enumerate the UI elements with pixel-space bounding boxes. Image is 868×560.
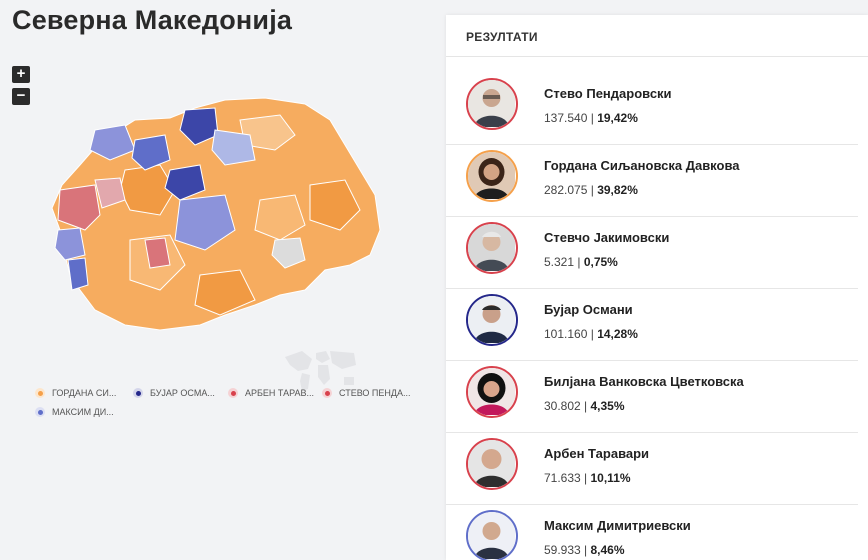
map-region[interactable] — [54, 227, 86, 261]
map-region[interactable] — [144, 237, 171, 269]
legend-dot — [35, 388, 45, 398]
separator: | — [580, 543, 591, 557]
candidate-name: Стевчо Јакимовски — [544, 230, 670, 245]
separator: | — [587, 111, 598, 125]
legend-dot — [133, 388, 143, 398]
map-region[interactable] — [67, 257, 89, 291]
legend-item-pendarovski[interactable]: СТЕВО ПЕНДА... — [322, 388, 410, 398]
candidate-votes: 282.075 | 39,82% — [544, 183, 638, 197]
vote-count: 137.540 — [544, 111, 588, 125]
municipality-map[interactable] — [40, 90, 400, 340]
candidate-votes: 137.540 | 19,42% — [544, 111, 638, 125]
candidate-name: Максим Димитриевски — [544, 518, 691, 533]
vote-count: 71.633 — [544, 471, 581, 485]
legend-label: БУЈАР ОСМА... — [150, 388, 215, 398]
person-avatar-icon — [466, 294, 518, 346]
person-avatar-icon — [466, 366, 518, 418]
candidate-votes: 30.802 | 4,35% — [544, 399, 625, 413]
candidate-row[interactable]: Стево Пендаровски 137.540 | 19,42% — [446, 73, 858, 145]
vote-percent: 8,46% — [590, 543, 625, 557]
vote-count: 30.802 — [544, 399, 581, 413]
candidate-votes: 59.933 | 8,46% — [544, 543, 625, 557]
candidate-name: Билјана Ванковска Цветковска — [544, 374, 744, 389]
legend-label: МАКСИМ ДИ... — [52, 407, 114, 417]
candidate-row[interactable]: Билјана Ванковска Цветковска 30.802 | 4,… — [446, 361, 858, 433]
legend-item-dimitrievski[interactable]: МАКСИМ ДИ... — [35, 407, 114, 417]
candidate-row[interactable]: Гордана Сиљановска Давкова 282.075 | 39,… — [446, 145, 858, 217]
zoom-in-button[interactable]: + — [12, 66, 30, 83]
vote-percent: 39,82% — [597, 183, 638, 197]
person-avatar-icon — [466, 510, 518, 560]
candidate-votes: 101.160 | 14,28% — [544, 327, 638, 341]
legend-item-davkova[interactable]: ГОРДАНА СИ... — [35, 388, 116, 398]
candidate-votes: 5.321 | 0,75% — [544, 255, 618, 269]
separator: | — [574, 255, 584, 269]
vote-count: 101.160 — [544, 327, 588, 341]
vote-percent: 14,28% — [597, 327, 638, 341]
legend-label: СТЕВО ПЕНДА... — [339, 388, 411, 398]
vote-percent: 4,35% — [590, 399, 625, 413]
legend-dot — [322, 388, 332, 398]
person-avatar-icon — [466, 150, 518, 202]
person-avatar-icon — [466, 222, 518, 274]
separator: | — [580, 399, 591, 413]
candidate-row[interactable]: Арбен Таравари 71.633 | 10,11% — [446, 433, 858, 505]
legend-item-taravari[interactable]: АРБЕН ТАРАВ... — [228, 388, 314, 398]
results-heading: РЕЗУЛТАТИ — [446, 15, 868, 57]
candidate-name: Стево Пендаровски — [544, 86, 672, 101]
separator: | — [580, 471, 591, 485]
zoom-out-button[interactable]: − — [12, 88, 30, 105]
candidate-name: Бујар Османи — [544, 302, 633, 317]
separator: | — [587, 327, 598, 341]
candidate-name: Гордана Сиљановска Давкова — [544, 158, 740, 173]
vote-percent: 10,11% — [590, 471, 631, 485]
vote-percent: 0,75% — [583, 255, 618, 269]
vote-count: 282.075 — [544, 183, 588, 197]
vote-count: 5.321 — [544, 255, 575, 269]
legend-item-osmani[interactable]: БУЈАР ОСМА... — [133, 388, 215, 398]
legend-label: АРБЕН ТАРАВ... — [245, 388, 315, 398]
separator: | — [587, 183, 598, 197]
vote-count: 59.933 — [544, 543, 581, 557]
candidate-name: Арбен Таравари — [544, 446, 650, 461]
results-panel: РЕЗУЛТАТИ Стево Пендаровски 137.540 | 19… — [446, 15, 868, 560]
candidate-votes: 71.633 | 10,11% — [544, 471, 631, 485]
person-avatar-icon — [466, 78, 518, 130]
person-avatar-icon — [466, 438, 518, 490]
legend-label: ГОРДАНА СИ... — [52, 388, 117, 398]
page-title: Северна Македонија — [12, 5, 293, 35]
candidate-row[interactable]: Максим Димитриевски 59.933 | 8,46% — [446, 505, 858, 560]
candidate-row[interactable]: Стевчо Јакимовски 5.321 | 0,75% — [446, 217, 858, 289]
candidate-row[interactable]: Бујар Османи 101.160 | 14,28% — [446, 289, 858, 361]
legend-dot — [35, 407, 45, 417]
map-svg — [51, 97, 381, 331]
vote-percent: 19,42% — [597, 111, 638, 125]
legend-dot — [228, 388, 238, 398]
